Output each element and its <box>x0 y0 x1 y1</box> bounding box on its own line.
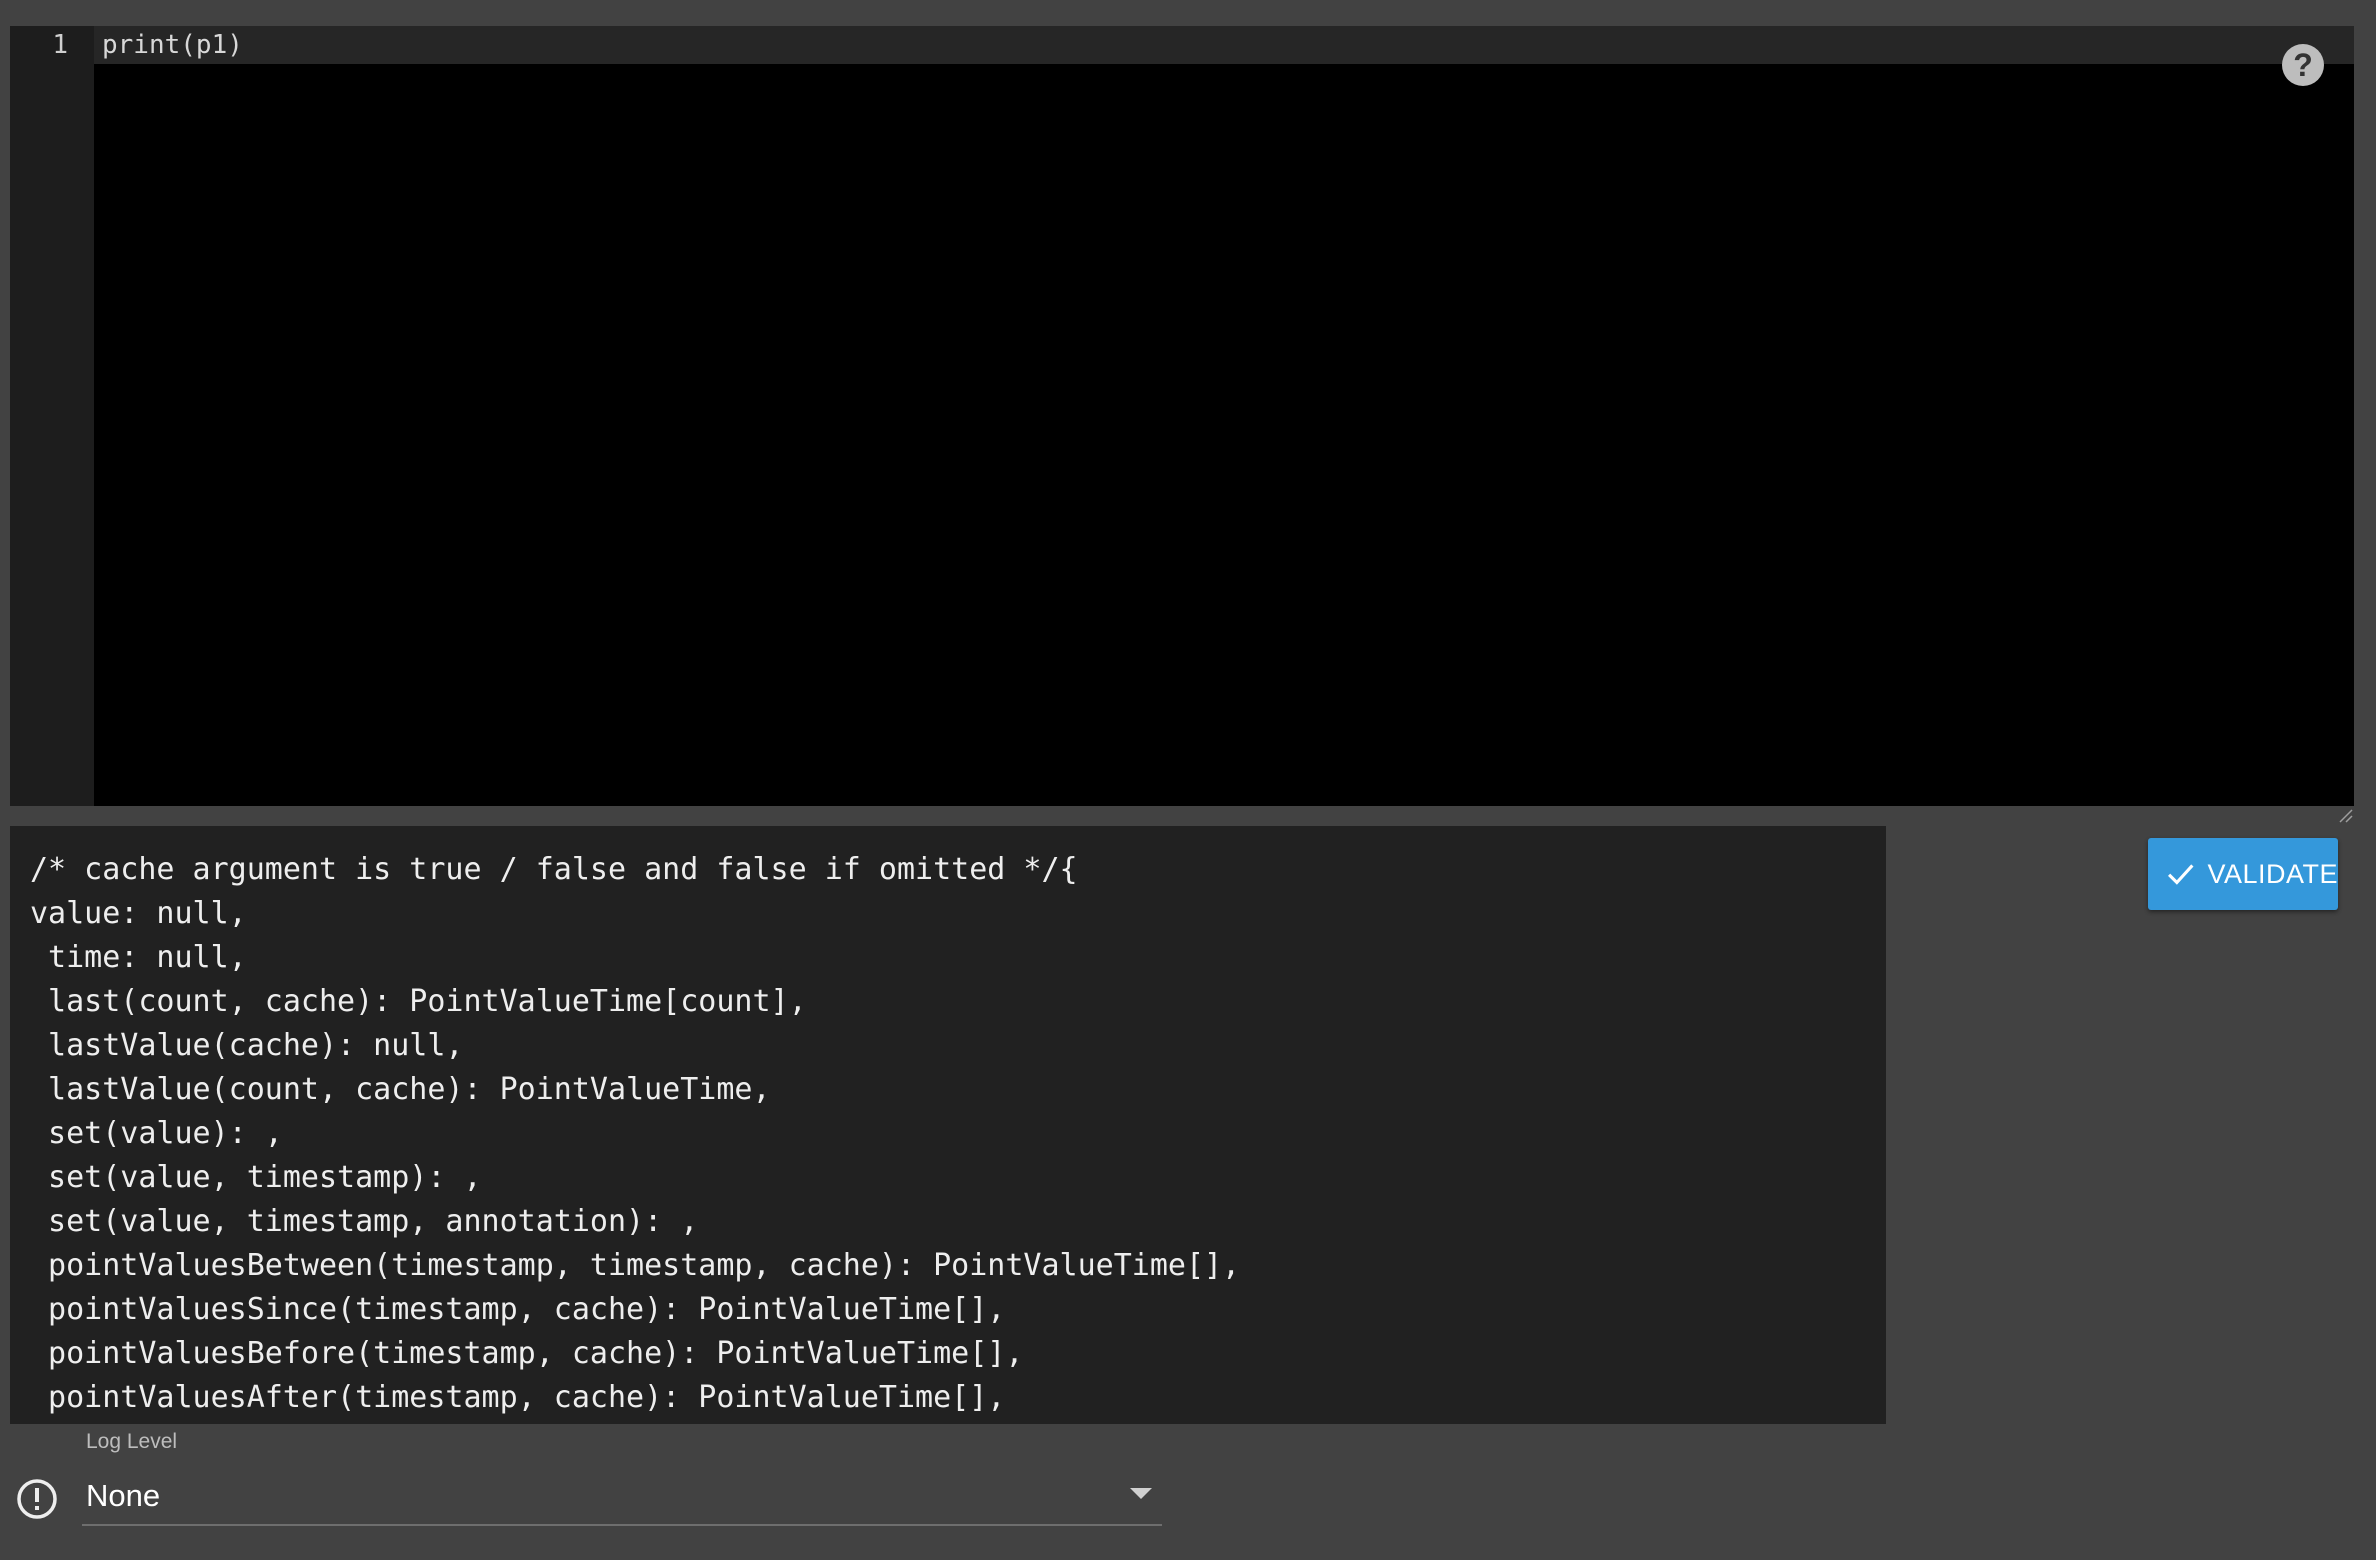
context-hints-text: /* cache argument is true / false and fa… <box>30 852 1241 1415</box>
log-level-select[interactable]: None <box>82 1470 1162 1526</box>
alert-circle-icon <box>17 1479 57 1519</box>
check-icon <box>2168 864 2194 885</box>
active-line-highlight <box>10 26 2354 64</box>
log-level-value: None <box>86 1478 161 1513</box>
line-number: 1 <box>52 30 68 60</box>
script-editor[interactable]: 1 print(p1) ? <box>10 26 2354 806</box>
line-number-gutter <box>10 26 94 806</box>
context-hints-panel: /* cache argument is true / false and fa… <box>10 826 1886 1424</box>
dropdown-arrow-icon[interactable] <box>1130 1488 1152 1499</box>
validate-button[interactable]: VALIDATE <box>2148 838 2338 910</box>
help-icon[interactable]: ? <box>2282 44 2324 86</box>
resize-handle-icon[interactable] <box>2336 806 2354 824</box>
code-line[interactable]: print(p1) <box>102 26 243 64</box>
log-level-label: Log Level <box>86 1430 178 1453</box>
validate-label: VALIDATE <box>2207 858 2338 889</box>
